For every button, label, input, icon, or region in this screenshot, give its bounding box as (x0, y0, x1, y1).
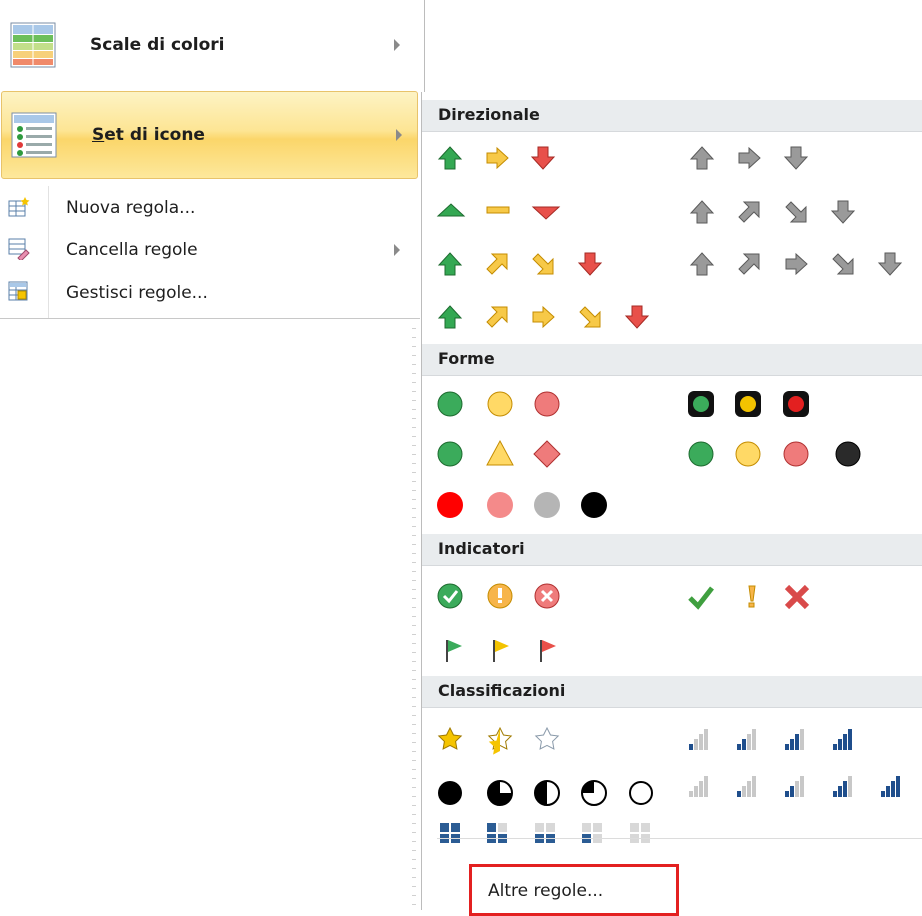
menu-border (0, 318, 420, 319)
submenu-top-divider (424, 0, 425, 92)
menu-item-label: Set di icone (92, 125, 205, 145)
gallery-border (421, 92, 422, 910)
altre-regole-label: Altre regole... (488, 881, 604, 901)
color-scales-icon (10, 22, 56, 68)
section-header-indicatori: Indicatori (422, 534, 922, 566)
menu-item-scale-di-colori[interactable]: Scale di colori (0, 0, 418, 90)
menu-item-nuova-regola[interactable]: Nuova regola... (0, 186, 418, 230)
new-rule-icon (8, 197, 30, 217)
icon-sets-icon (11, 112, 57, 158)
submenu-arrow-icon (394, 244, 400, 256)
conditional-format-menu: Scale di colori Set di icone Nuova regol… (0, 0, 420, 320)
section-header-classificazioni: Classificazioni (422, 676, 922, 708)
icon-sets-gallery (421, 92, 922, 910)
submenu-arrow-icon (394, 39, 400, 51)
menu-item-label: Gestisci regole... (66, 283, 208, 303)
menu-item-label: Nuova regola... (66, 198, 196, 218)
menu-item-gestisci-regole[interactable]: Gestisci regole... (0, 271, 418, 315)
menu-item-set-di-icone[interactable]: Set di icone (1, 91, 418, 179)
label-rest: et di icone (104, 125, 205, 145)
section-header-forme: Forme (422, 344, 922, 376)
gutter-divider (412, 320, 416, 910)
manage-rules-icon (8, 281, 28, 301)
altre-regole-button[interactable]: Altre regole... (469, 864, 679, 916)
footer-separator (437, 838, 922, 839)
section-header-direzionale: Direzionale (422, 100, 922, 132)
menu-item-label: Cancella regole (66, 240, 198, 260)
clear-rules-icon (8, 238, 30, 260)
menu-item-cancella-regole[interactable]: Cancella regole (0, 228, 418, 272)
submenu-arrow-icon (396, 129, 402, 141)
menu-item-label: Scale di colori (90, 35, 225, 55)
